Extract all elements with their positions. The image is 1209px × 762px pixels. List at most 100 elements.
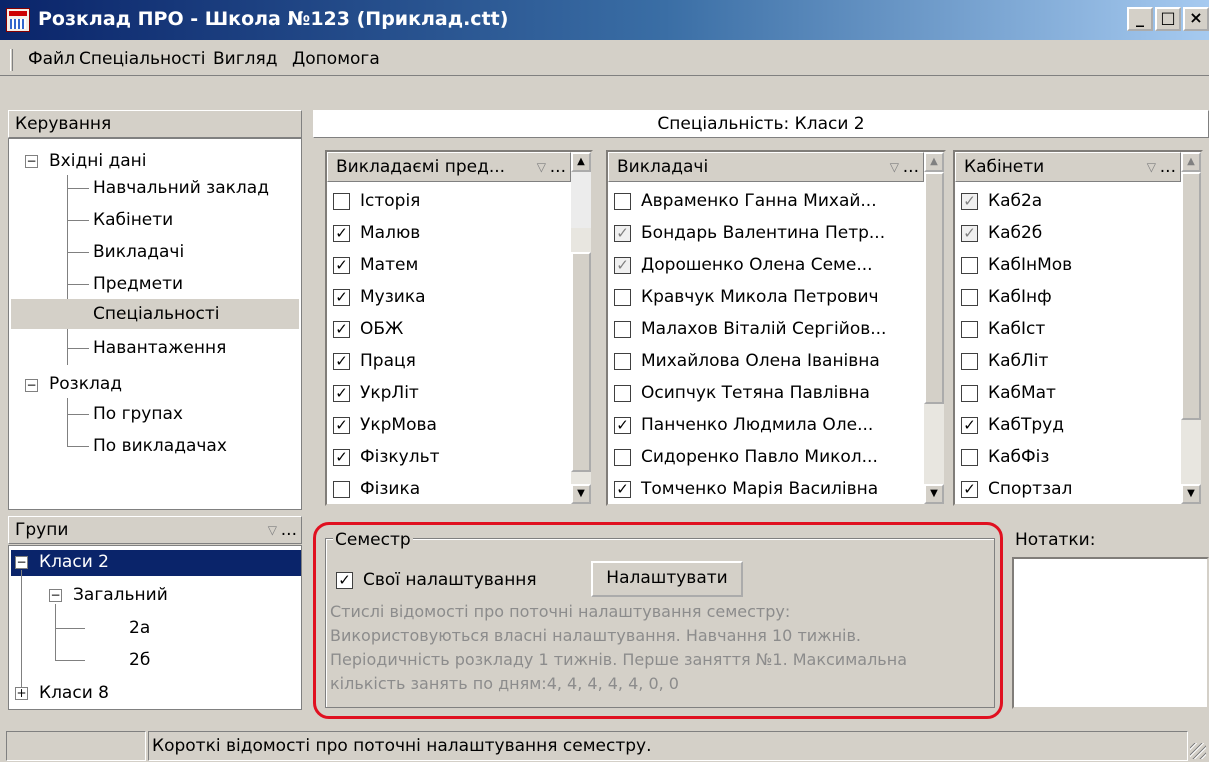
subjects-row[interactable]: ✓ ОБЖ bbox=[333, 314, 403, 344]
rooms-checkbox[interactable]: ✓ bbox=[961, 416, 978, 434]
subjects-checkbox[interactable] bbox=[333, 192, 350, 210]
minimize-button[interactable]: _ bbox=[1127, 7, 1153, 31]
teachers-row[interactable]: ✓ Дорошенко Олена Семе... bbox=[614, 250, 873, 280]
rooms-row[interactable]: КабІст bbox=[961, 314, 1045, 344]
tree-item-rooms[interactable]: Кабінети bbox=[93, 208, 173, 232]
group-general[interactable]: Загальний bbox=[73, 583, 168, 607]
teachers-row[interactable]: Осипчук Тетяна Павлівна bbox=[614, 378, 870, 408]
rooms-row[interactable]: ✓ Спортзал bbox=[961, 474, 1072, 504]
teachers-checkbox[interactable]: ✓ bbox=[614, 416, 631, 434]
subjects-row[interactable]: ✓ УкрЛіт bbox=[333, 378, 419, 408]
rooms-checkbox[interactable] bbox=[961, 448, 978, 466]
subjects-checkbox[interactable]: ✓ bbox=[333, 256, 350, 274]
scroll-thumb[interactable] bbox=[571, 252, 591, 472]
scroll-up-button[interactable]: ▲ bbox=[924, 152, 944, 172]
group-classes-2[interactable]: Класи 2 bbox=[39, 550, 109, 574]
scroll-up-button[interactable]: ▲ bbox=[1181, 152, 1201, 172]
scroll-thumb[interactable] bbox=[924, 172, 944, 404]
tree-item-load[interactable]: Навантаження bbox=[93, 336, 226, 360]
rooms-header[interactable]: Кабінети ▽ ... bbox=[955, 152, 1181, 182]
column-menu-button[interactable]: ... bbox=[1160, 153, 1176, 181]
rooms-row[interactable]: КабЛіт bbox=[961, 346, 1048, 376]
teachers-row[interactable]: Кравчук Микола Петрович bbox=[614, 282, 879, 312]
teachers-checkbox[interactable] bbox=[614, 448, 631, 466]
sort-icon[interactable]: ▽ bbox=[268, 517, 277, 543]
subjects-row[interactable]: ✓ УкрМова bbox=[333, 410, 437, 440]
teachers-scrollbar[interactable]: ▲ ▼ bbox=[924, 152, 944, 504]
teachers-row[interactable]: ✓ Томченко Марія Василівна bbox=[614, 474, 878, 504]
app-icon[interactable] bbox=[6, 8, 30, 32]
scroll-down-button[interactable]: ▼ bbox=[1181, 484, 1201, 504]
rooms-checkbox[interactable] bbox=[961, 384, 978, 402]
notes-field[interactable] bbox=[1012, 557, 1209, 709]
menu-grip[interactable] bbox=[10, 49, 13, 71]
scroll-down-button[interactable]: ▼ bbox=[924, 484, 944, 504]
rooms-checkbox[interactable]: ✓ bbox=[961, 192, 978, 210]
subjects-row[interactable]: ✓ Малюв bbox=[333, 218, 420, 248]
subjects-row[interactable]: ✓ Музика bbox=[333, 282, 426, 312]
collapse-icon[interactable]: − bbox=[25, 155, 38, 168]
rooms-row[interactable]: ✓ Каб2а bbox=[961, 186, 1042, 216]
menu-help[interactable]: Допомога bbox=[292, 49, 380, 69]
column-menu-button[interactable]: ... bbox=[281, 517, 297, 543]
teachers-row[interactable]: ✓ Панченко Людмила Оле... bbox=[614, 410, 873, 440]
tree-item-subjects[interactable]: Предмети bbox=[93, 272, 183, 296]
subjects-checkbox[interactable] bbox=[333, 480, 350, 498]
tree-item-by-teachers[interactable]: По викладачах bbox=[93, 434, 227, 458]
collapse-icon[interactable]: − bbox=[49, 589, 62, 602]
collapse-icon[interactable]: − bbox=[25, 379, 38, 392]
subjects-row[interactable]: Історія bbox=[333, 186, 420, 216]
subjects-checkbox[interactable]: ✓ bbox=[333, 320, 350, 338]
menu-file[interactable]: Файл bbox=[28, 49, 75, 69]
group-classes-8[interactable]: Класи 8 bbox=[39, 681, 109, 705]
teachers-row[interactable]: Михайлова Олена Іванівна bbox=[614, 346, 880, 376]
rooms-checkbox[interactable] bbox=[961, 288, 978, 306]
subjects-scrollbar[interactable]: ▲ ▼ bbox=[571, 152, 591, 504]
scroll-up-button[interactable]: ▲ bbox=[571, 152, 591, 172]
subjects-checkbox[interactable]: ✓ bbox=[333, 448, 350, 466]
group-2b[interactable]: 2б bbox=[129, 648, 150, 672]
menu-specialties[interactable]: Спеціальності bbox=[79, 49, 206, 69]
rooms-row[interactable]: КабМат bbox=[961, 378, 1056, 408]
groups-header[interactable]: Групи ▽ ... bbox=[8, 516, 302, 544]
rooms-scrollbar[interactable]: ▲ ▼ bbox=[1181, 152, 1201, 504]
rooms-row[interactable]: КабІнф bbox=[961, 282, 1052, 312]
rooms-checkbox[interactable]: ✓ bbox=[961, 224, 978, 242]
teachers-checkbox[interactable] bbox=[614, 352, 631, 370]
subjects-header[interactable]: Викладаємі пред... ▽ ... bbox=[327, 152, 571, 182]
teachers-header[interactable]: Викладачі ▽ ... bbox=[608, 152, 924, 182]
sort-icon[interactable]: ▽ bbox=[1147, 153, 1156, 181]
subjects-row[interactable]: Фізика bbox=[333, 474, 420, 504]
teachers-checkbox[interactable]: ✓ bbox=[614, 256, 631, 274]
tree-item-school[interactable]: Навчальний заклад bbox=[93, 176, 269, 200]
column-menu-button[interactable]: ... bbox=[903, 153, 919, 181]
tree-item-teachers[interactable]: Викладачі bbox=[93, 240, 184, 264]
collapse-icon[interactable]: − bbox=[15, 556, 28, 569]
teachers-row[interactable]: Малахов Віталій Сергійов... bbox=[614, 314, 886, 344]
rooms-row[interactable]: ✓ КабТруд bbox=[961, 410, 1064, 440]
teachers-row[interactable]: Авраменко Ганна Михай... bbox=[614, 186, 877, 216]
teachers-checkbox[interactable] bbox=[614, 320, 631, 338]
subjects-row[interactable]: ✓ Праця bbox=[333, 346, 416, 376]
resize-grip-icon[interactable] bbox=[1190, 743, 1206, 759]
scroll-down-button[interactable]: ▼ bbox=[571, 484, 591, 504]
teachers-checkbox[interactable]: ✓ bbox=[614, 224, 631, 242]
teachers-checkbox[interactable] bbox=[614, 288, 631, 306]
rooms-checkbox[interactable] bbox=[961, 320, 978, 338]
subjects-checkbox[interactable]: ✓ bbox=[333, 416, 350, 434]
rooms-checkbox[interactable]: ✓ bbox=[961, 480, 978, 498]
sort-icon[interactable]: ▽ bbox=[537, 153, 546, 181]
teachers-checkbox[interactable] bbox=[614, 192, 631, 210]
subjects-row[interactable]: ✓ Фізкульт bbox=[333, 442, 440, 472]
tree-item-specialties[interactable]: Спеціальності bbox=[93, 302, 220, 326]
rooms-checkbox[interactable] bbox=[961, 352, 978, 370]
maximize-button[interactable]: □ bbox=[1155, 7, 1181, 31]
expand-icon[interactable]: + bbox=[15, 687, 28, 700]
rooms-row[interactable]: ✓ Каб2б bbox=[961, 218, 1042, 248]
column-menu-button[interactable]: ... bbox=[550, 153, 566, 181]
subjects-checkbox[interactable]: ✓ bbox=[333, 352, 350, 370]
tree-schedule[interactable]: Розклад bbox=[49, 372, 122, 396]
tree-item-by-groups[interactable]: По групах bbox=[93, 402, 183, 426]
group-2a[interactable]: 2а bbox=[129, 616, 150, 640]
scroll-thumb[interactable] bbox=[1181, 172, 1201, 420]
